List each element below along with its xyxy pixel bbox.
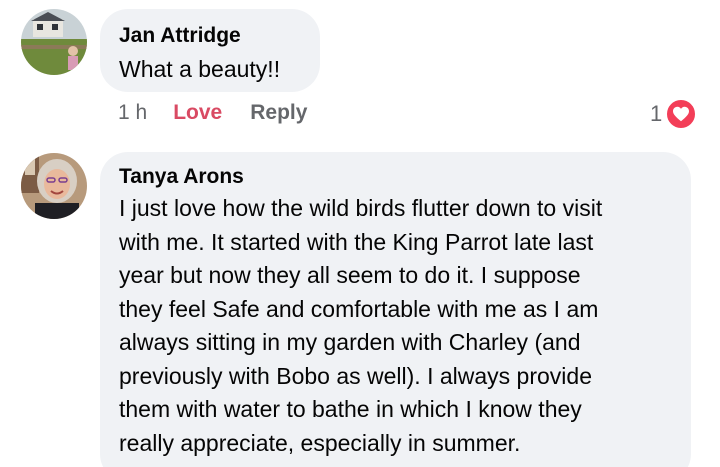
comment-text: I just love how the wild birds flutter d… bbox=[119, 192, 691, 460]
comment-text-line: they feel Safe and comfortable with me a… bbox=[119, 295, 599, 322]
heart-icon bbox=[665, 98, 698, 130]
avatar-photo bbox=[21, 153, 87, 219]
comment-bubble: Tanya Arons I just love how the wild bir… bbox=[100, 152, 691, 467]
comment-actions: 1 h Love Reply bbox=[118, 99, 307, 127]
comment-text-line: always sitting in my garden with Charley… bbox=[119, 329, 581, 355]
comment-text-line: I just love how the wild birds flutter d… bbox=[119, 195, 603, 221]
avatar[interactable] bbox=[21, 9, 87, 75]
comment-text-line: year but now they all seem to do it. I s… bbox=[119, 262, 581, 288]
avatar-photo bbox=[21, 9, 87, 75]
reply-button[interactable]: Reply bbox=[250, 99, 307, 127]
comment-text-line: with me. It started with the King Parrot… bbox=[119, 228, 594, 255]
comment-bubble: Jan Attridge What a beauty!! bbox=[100, 9, 320, 92]
love-button[interactable]: Love bbox=[173, 99, 222, 127]
comment-text-line: them with water to bathe in which I know… bbox=[119, 396, 582, 422]
reaction-count: 1 bbox=[650, 101, 663, 126]
comment-thread: Jan Attridge What a beauty!! 1 h Love Re… bbox=[0, 0, 720, 467]
avatar[interactable] bbox=[21, 153, 87, 219]
comment-text: What a beauty!! bbox=[119, 56, 281, 82]
comment-author[interactable]: Jan Attridge bbox=[119, 23, 320, 48]
reaction-summary[interactable]: 1 bbox=[650, 98, 698, 130]
comment-author[interactable]: Tanya Arons bbox=[119, 164, 691, 189]
comment-text-line: really appreciate, especially in summer. bbox=[119, 429, 521, 456]
comment-text-line: previously with Bobo as well). I always … bbox=[119, 362, 592, 389]
comment-timestamp[interactable]: 1 h bbox=[118, 99, 147, 127]
